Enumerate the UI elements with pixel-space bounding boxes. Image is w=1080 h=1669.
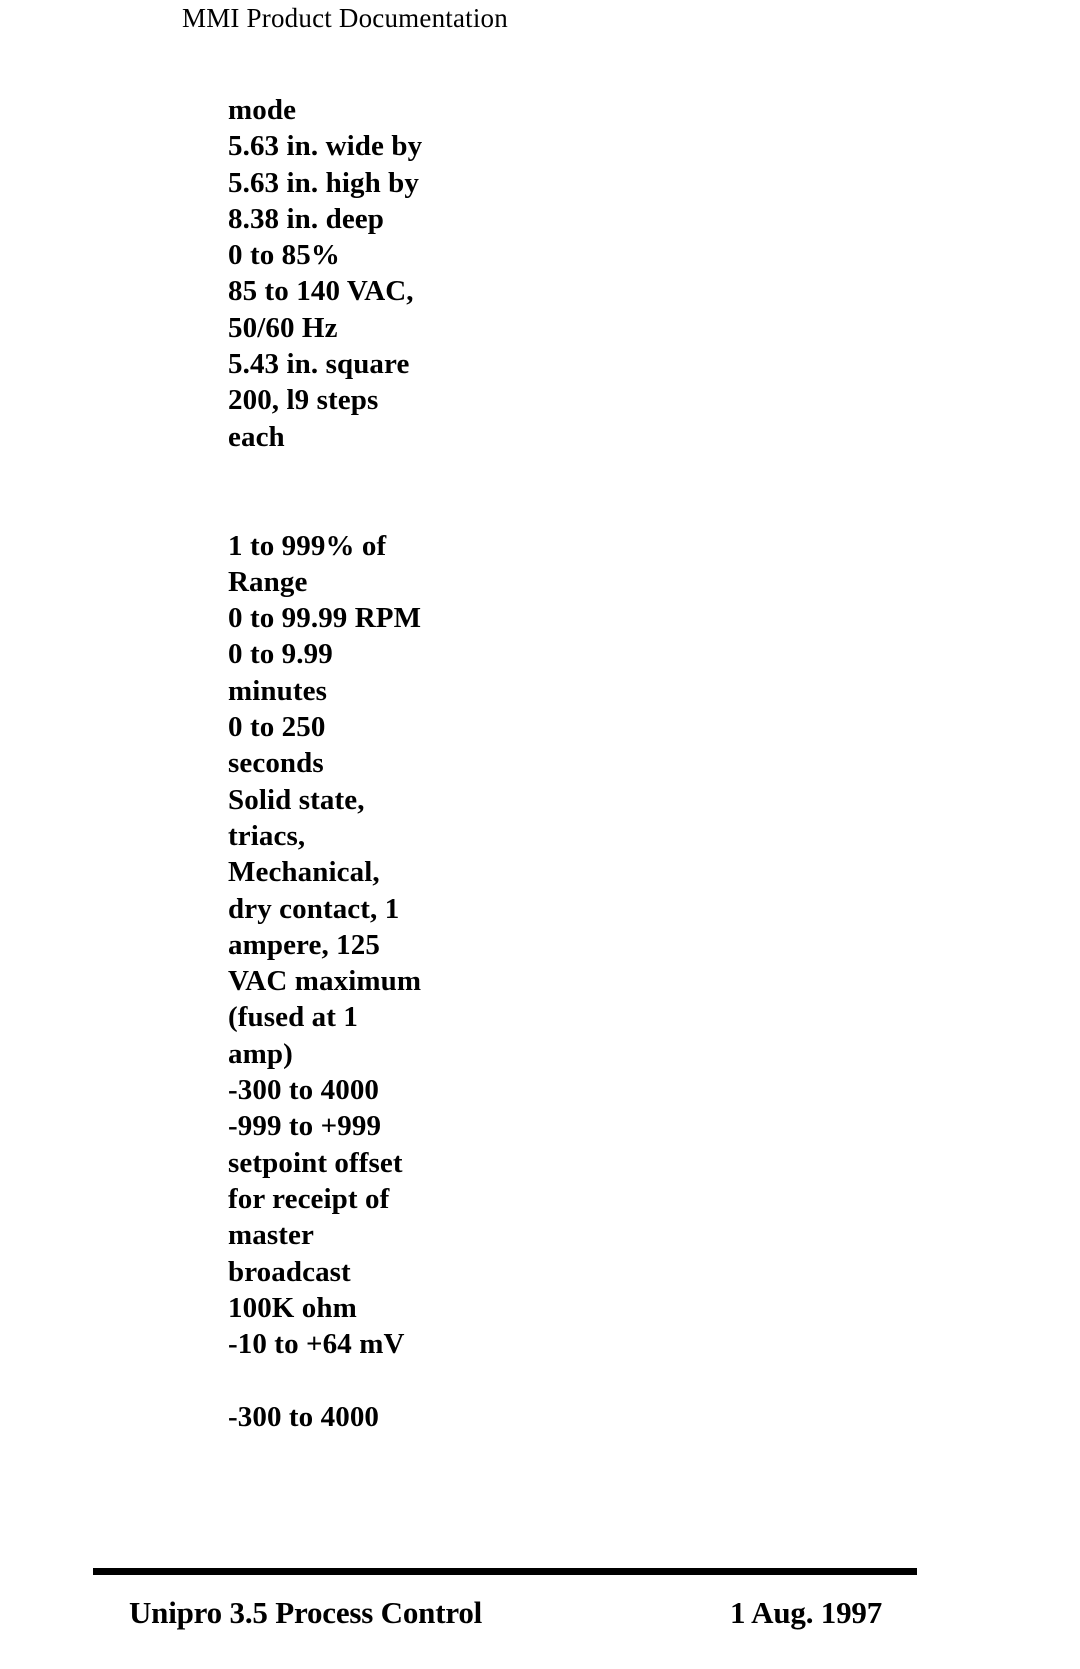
spec-line: for receipt of [228,1182,390,1215]
spec-line-blank [228,455,868,491]
footer-divider-rule [93,1568,917,1575]
footer-date: 1 Aug. 1997 [730,1595,882,1630]
spec-line: 0 to 99.99 RPM [228,602,422,635]
spec-line: 100K ohm [228,1291,357,1324]
spec-line: 5.43 in. square [228,348,410,381]
spec-line: mode [228,94,297,126]
spec-line: 8.38 in. deep [228,202,384,235]
footer-document-title: Unipro 3.5 Process Control [129,1595,483,1630]
spec-line: amp) [228,1037,293,1070]
spec-line: Mechanical, [228,856,380,889]
document-page: MMI Product Documentation mode 5.63 in. w… [0,0,1080,1669]
spec-line: 5.63 in. high by [228,166,419,199]
spec-line: seconds [228,747,324,780]
spec-line: broadcast [228,1255,351,1288]
spec-line: -300 to 4000 [228,1074,380,1107]
spec-line: each [228,420,285,453]
spec-line: triacs, [228,819,306,852]
running-header: MMI Product Documentation [182,3,508,33]
spec-line: -999 to +999 [228,1110,382,1143]
spec-line: ampere, 125 [228,928,380,961]
spec-line: 85 to 140 VAC, [228,275,414,308]
spec-line: 50/60 Hz [228,311,338,344]
spec-line: -10 to +64 mV [228,1328,405,1361]
spec-line-blank [228,491,868,527]
spec-line: Solid state, [228,783,365,816]
spec-line: setpoint offset [228,1146,403,1179]
spec-line: 0 to 250 [228,711,326,744]
spec-line: dry contact, 1 [228,892,400,925]
spec-line: minutes [228,674,327,707]
spec-line: 0 to 9.99 [228,638,333,671]
spec-line-blank [228,1362,868,1398]
spec-line: 200, l9 steps [228,384,379,417]
spec-line: Range [228,565,308,598]
spec-line: 0 to 85% [228,239,340,272]
spec-line: VAC maximum [228,965,422,998]
spec-line: (fused at 1 [228,1001,358,1034]
spec-line: -300 to 4000 [228,1400,380,1433]
spec-line: 1 to 999% of [228,529,387,562]
specification-text-block: mode 5.63 in. wide by 5.63 in. high by 8.38… [228,92,868,1435]
page-footer: Unipro 3.5 Process Control 1 Aug. 1997 [93,1589,917,1637]
spec-line: master [228,1219,314,1252]
spec-line: 5.63 in. wide by [228,130,423,163]
